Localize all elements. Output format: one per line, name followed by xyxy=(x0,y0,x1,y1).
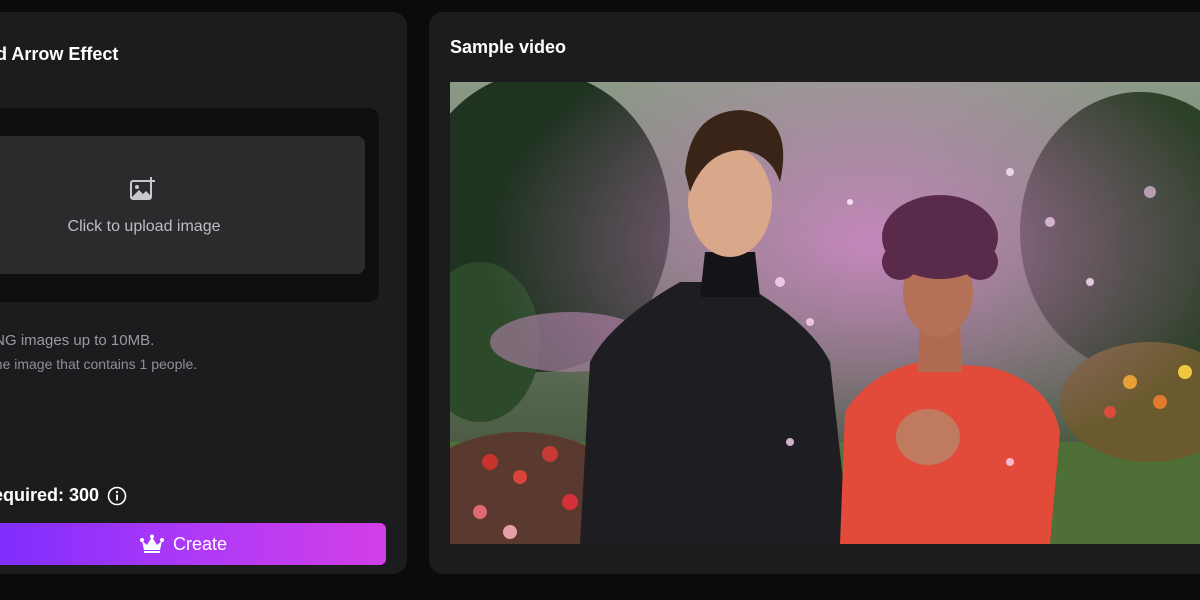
upload-hint-format: /PNG images up to 10MB. xyxy=(0,332,155,349)
app-page: pid Arrow Effect Click to upload image /… xyxy=(0,0,1200,600)
sample-video-thumbnail xyxy=(450,82,1200,544)
upload-image-dropzone[interactable]: Click to upload image xyxy=(0,136,365,274)
image-add-icon xyxy=(130,177,155,200)
upload-label: Click to upload image xyxy=(67,218,221,235)
sample-video-title: Sample video xyxy=(450,37,567,57)
create-button[interactable]: Create xyxy=(0,523,386,565)
upload-container: Click to upload image xyxy=(0,108,379,302)
create-button-label: Create xyxy=(172,533,228,554)
effect-settings-panel: pid Arrow Effect Click to upload image /… xyxy=(0,12,407,574)
sample-video-panel: Sample video xyxy=(429,12,1200,574)
upload-hint-people: l one image that contains 1 people. xyxy=(0,356,198,372)
crown-icon xyxy=(139,534,164,553)
effect-title: pid Arrow Effect xyxy=(0,44,119,64)
info-icon[interactable] xyxy=(107,486,127,506)
sample-video-player[interactable] xyxy=(450,82,1200,544)
credits-required: Required: 300 xyxy=(0,485,127,506)
credits-required-text: Required: 300 xyxy=(0,485,100,505)
